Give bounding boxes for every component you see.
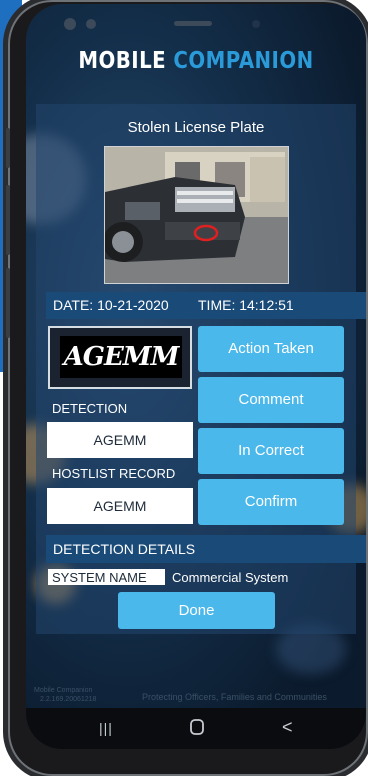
status-bar: [26, 4, 366, 38]
confirm-button[interactable]: Confirm: [198, 479, 344, 525]
detection-label: DETECTION: [52, 401, 128, 416]
hotlist-value: AGEMM: [47, 488, 193, 524]
bixby-button: [6, 268, 10, 338]
earpiece: [174, 21, 212, 26]
back-icon[interactable]: <: [282, 717, 293, 738]
footer-version: Mobile Companion 2.2.169.20061218: [34, 686, 96, 704]
app-title: MOBILE COMPANION: [50, 48, 342, 74]
system-name-label: SYSTEM NAME: [48, 569, 165, 585]
plate-crop-text: AGEMM: [60, 336, 182, 378]
comment-button[interactable]: Comment: [198, 377, 344, 423]
plate-crop[interactable]: AGEMM: [48, 326, 192, 389]
system-name-row: SYSTEM NAME Commercial System: [46, 569, 366, 585]
system-navbar: ||| <: [26, 708, 366, 749]
footer-app-name: Mobile Companion: [34, 687, 93, 694]
phone-screen: MOBILE COMPANION Stolen License Plate DA…: [26, 4, 366, 749]
vehicle-photo[interactable]: [104, 146, 289, 284]
detection-value: AGEMM: [47, 422, 193, 458]
datetime-bar: DATE: 10-21-2020 TIME: 14:12:51: [46, 292, 366, 319]
home-icon[interactable]: [189, 718, 205, 741]
footer-version-number: 2.2.169.20061218: [40, 696, 97, 703]
vehicle-image: [105, 147, 288, 283]
front-camera-icon: [252, 20, 260, 28]
sensor-icon: [64, 18, 76, 30]
alert-title: Stolen License Plate: [127, 119, 265, 136]
app-title-word: COMPANION: [173, 48, 314, 74]
detection-time: TIME: 14:12:51: [198, 297, 294, 313]
detection-details-title: DETECTION DETAILS: [53, 541, 196, 557]
done-button[interactable]: Done: [118, 592, 275, 629]
volume-button: [6, 128, 10, 168]
system-name-value: Commercial System: [172, 570, 289, 585]
incorrect-button[interactable]: In Correct: [198, 428, 344, 474]
detection-date: DATE: 10-21-2020: [53, 297, 169, 313]
recent-apps-icon[interactable]: |||: [99, 720, 113, 736]
hotlist-label: HOSTLIST RECORD: [52, 466, 176, 481]
footer-tagline: Protecting Officers, Families and Commun…: [142, 692, 327, 702]
action-taken-button[interactable]: Action Taken: [198, 326, 344, 372]
volume-button: [6, 185, 10, 255]
sensor-icon: [86, 19, 96, 29]
detection-details-header: DETECTION DETAILS: [46, 535, 366, 563]
app-title-word: MOBILE: [78, 48, 167, 74]
